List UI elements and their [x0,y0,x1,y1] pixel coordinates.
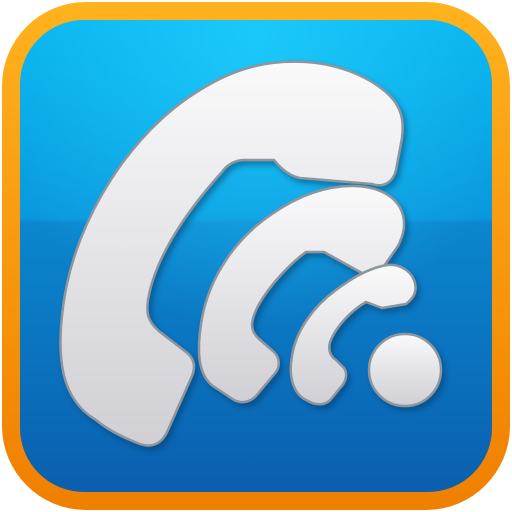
signal-dot-icon [367,332,443,408]
app-icon-graphic [2,2,510,510]
app-icon [0,0,512,512]
